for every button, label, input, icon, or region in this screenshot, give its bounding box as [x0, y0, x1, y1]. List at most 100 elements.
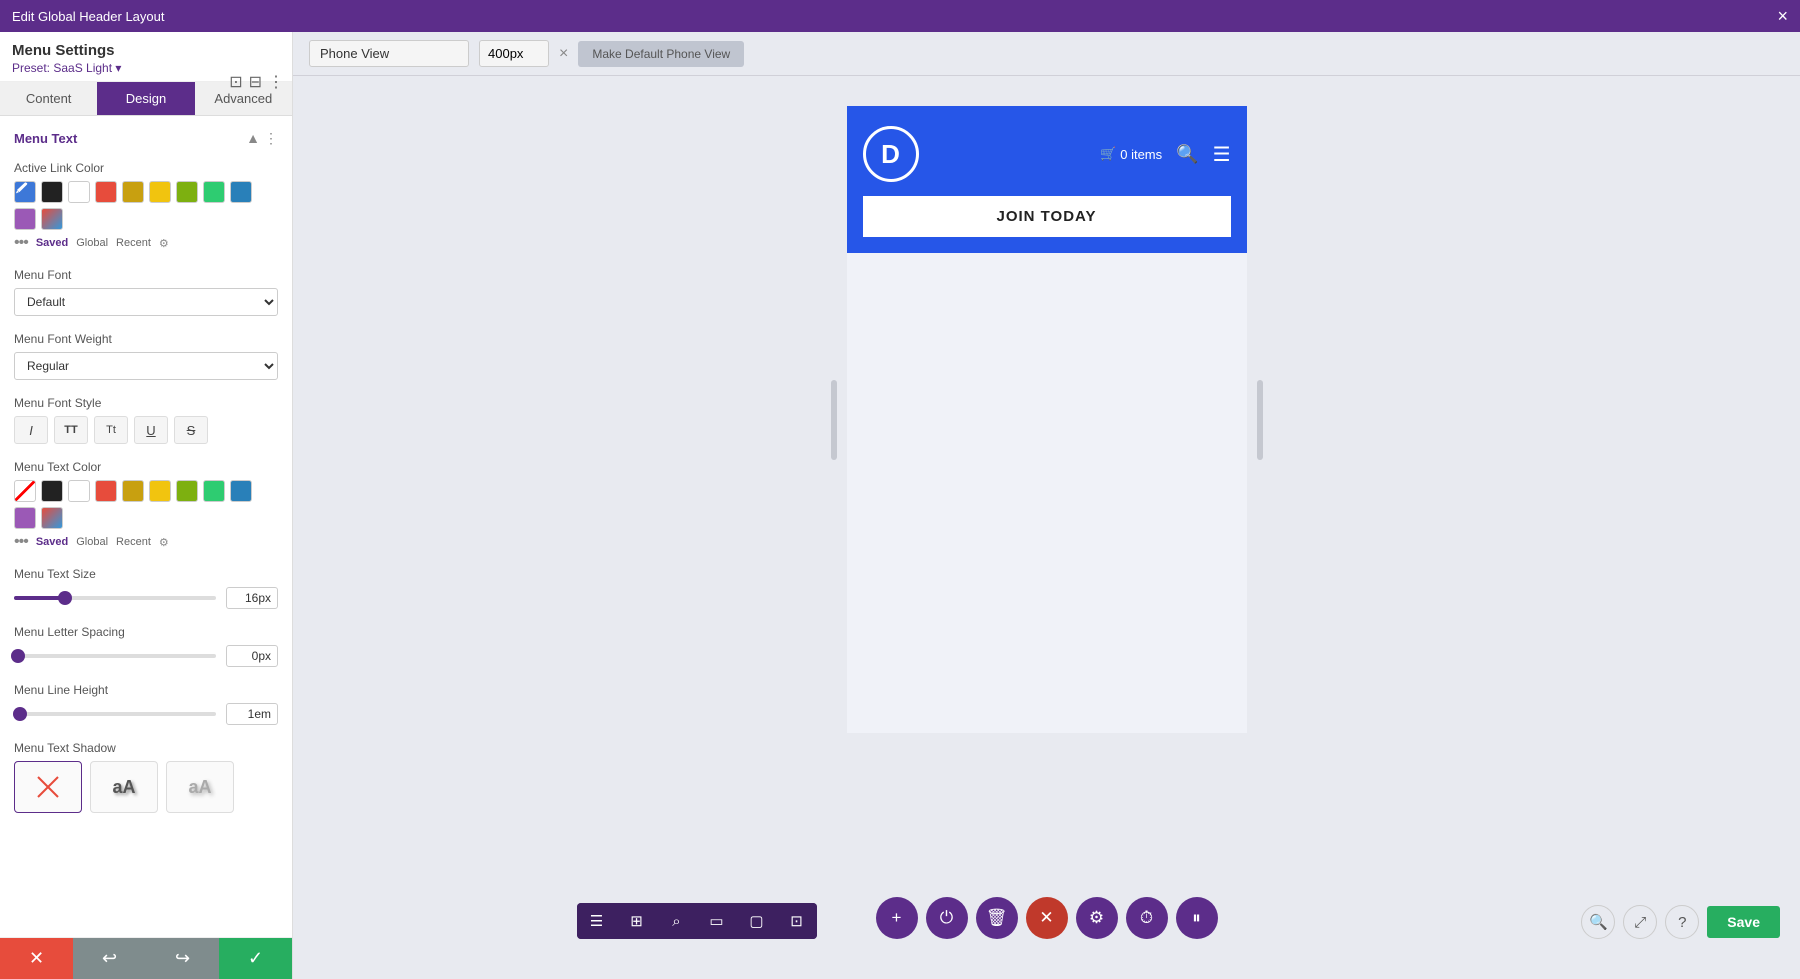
color-transparent[interactable]: [14, 480, 36, 502]
line-height-input[interactable]: [226, 703, 278, 725]
letter-spacing-thumb[interactable]: [11, 649, 25, 663]
gear-button[interactable]: ⚙: [1076, 897, 1118, 939]
global-label[interactable]: Global: [76, 237, 108, 249]
confirm-button[interactable]: ✓: [219, 938, 292, 979]
text-size-slider-row: [14, 587, 278, 609]
more-colors-icon[interactable]: •••: [14, 234, 28, 252]
view-select[interactable]: Phone View: [309, 40, 469, 67]
menu-font-weight-label: Menu Font Weight: [14, 332, 278, 346]
tc-saved[interactable]: Saved: [36, 536, 68, 548]
tc-global[interactable]: Global: [76, 536, 108, 548]
trash-button[interactable]: 🗑: [976, 897, 1018, 939]
color-blue[interactable]: [230, 181, 252, 203]
color-white[interactable]: [68, 181, 90, 203]
menu-font-weight-select[interactable]: Regular: [14, 352, 278, 380]
color-green-dark[interactable]: [176, 181, 198, 203]
btl-grid-icon[interactable]: ⊞: [617, 903, 657, 939]
recent-label[interactable]: Recent: [116, 237, 151, 249]
section-icons: ▲ ⋮: [246, 130, 278, 147]
tc-green-dark[interactable]: [176, 480, 198, 502]
redo-button[interactable]: ↪: [146, 938, 219, 979]
style-underline[interactable]: U: [134, 416, 168, 444]
letter-spacing-input[interactable]: [226, 645, 278, 667]
btl-rect-icon[interactable]: ▭: [697, 903, 737, 939]
close-button[interactable]: ×: [1777, 6, 1788, 27]
expand-icon[interactable]: ⤢: [1623, 905, 1657, 939]
search-icon[interactable]: 🔍: [1176, 144, 1198, 165]
btl-dot-icon[interactable]: ⊡: [777, 903, 817, 939]
size-input[interactable]: [479, 40, 549, 67]
color-settings-icon[interactable]: ⚙: [159, 237, 169, 250]
help-icon[interactable]: ?: [1665, 905, 1699, 939]
color-swatch-eyedropper[interactable]: [14, 181, 36, 203]
tc-green[interactable]: [203, 480, 225, 502]
style-italic[interactable]: I: [14, 416, 48, 444]
menu-text-shadow-group: Menu Text Shadow aA aA: [14, 741, 278, 813]
undo-icon: ↩: [102, 948, 117, 969]
pause-button[interactable]: ⏸: [1176, 897, 1218, 939]
collapse-icon[interactable]: ▲: [246, 130, 260, 147]
tc-blue[interactable]: [230, 480, 252, 502]
make-default-button[interactable]: Make Default Phone View: [578, 41, 744, 67]
tc-yellow-dark[interactable]: [122, 480, 144, 502]
size-clear-button[interactable]: ×: [559, 45, 568, 63]
shadow-2[interactable]: aA: [166, 761, 234, 813]
shadow-none[interactable]: [14, 761, 82, 813]
logo-letter: D: [881, 139, 900, 170]
hamburger-menu-icon[interactable]: ☰: [1213, 142, 1231, 167]
preset-label: Preset: SaaS Light: [12, 61, 112, 75]
color-black[interactable]: [41, 181, 63, 203]
tc-purple[interactable]: [14, 507, 36, 529]
panel-icon-2[interactable]: ⊟: [249, 72, 262, 92]
search-right-icon[interactable]: 🔍: [1581, 905, 1615, 939]
tc-recent[interactable]: Recent: [116, 536, 151, 548]
color-red[interactable]: [95, 181, 117, 203]
save-button[interactable]: Save: [1707, 906, 1780, 938]
drag-handle-left[interactable]: [831, 380, 837, 460]
tab-content[interactable]: Content: [0, 82, 97, 115]
menu-text-size-group: Menu Text Size: [14, 567, 278, 609]
tc-yellow[interactable]: [149, 480, 171, 502]
add-button[interactable]: +: [876, 897, 918, 939]
style-capitalize[interactable]: Tt: [94, 416, 128, 444]
close-center-button[interactable]: ✕: [1026, 897, 1068, 939]
drag-handle-right[interactable]: [1257, 380, 1263, 460]
style-uppercase[interactable]: TT: [54, 416, 88, 444]
panel-icon-3[interactable]: ⋮: [268, 72, 284, 92]
style-strikethrough[interactable]: S: [174, 416, 208, 444]
bottom-center-toolbar: + ⏻ 🗑 ✕ ⚙ ⏱ ⏸: [876, 897, 1218, 939]
btl-square-icon[interactable]: ▢: [737, 903, 777, 939]
preview-body: [847, 253, 1247, 733]
more-icon[interactable]: ⋮: [264, 130, 278, 147]
text-size-input[interactable]: [226, 587, 278, 609]
shadow-1[interactable]: aA: [90, 761, 158, 813]
color-yellow-dark[interactable]: [122, 181, 144, 203]
undo-button[interactable]: ↩: [73, 938, 146, 979]
tc-gradient[interactable]: [41, 507, 63, 529]
tc-black[interactable]: [41, 480, 63, 502]
menu-font-select[interactable]: Default: [14, 288, 278, 316]
cta-button[interactable]: JOIN TODAY: [863, 196, 1231, 237]
tab-design[interactable]: Design: [97, 82, 194, 115]
left-panel: Menu Settings Preset: SaaS Light ▾ ⊡ ⊟ ⋮…: [0, 32, 293, 979]
cancel-button[interactable]: ✕: [0, 938, 73, 979]
more-tc-icon[interactable]: •••: [14, 533, 28, 551]
line-height-thumb[interactable]: [13, 707, 27, 721]
tc-settings-icon[interactable]: ⚙: [159, 536, 169, 549]
btl-list-icon[interactable]: ☰: [577, 903, 617, 939]
tc-red[interactable]: [95, 480, 117, 502]
bottom-left-toolbar: ☰ ⊞ ⌕ ▭ ▢ ⊡: [577, 903, 817, 939]
color-yellow[interactable]: [149, 181, 171, 203]
btl-search-icon[interactable]: ⌕: [657, 903, 697, 939]
tc-white[interactable]: [68, 480, 90, 502]
text-size-thumb[interactable]: [58, 591, 72, 605]
color-purple[interactable]: [14, 208, 36, 230]
saved-label[interactable]: Saved: [36, 237, 68, 249]
power-button[interactable]: ⏻: [926, 897, 968, 939]
panel-icon-1[interactable]: ⊡: [229, 72, 242, 92]
color-green[interactable]: [203, 181, 225, 203]
history-button[interactable]: ⏱: [1126, 897, 1168, 939]
color-gradient[interactable]: [41, 208, 63, 230]
menu-font-group: Menu Font Default: [14, 268, 278, 316]
main-area: Phone View × Make Default Phone View D 🛒…: [293, 32, 1800, 979]
